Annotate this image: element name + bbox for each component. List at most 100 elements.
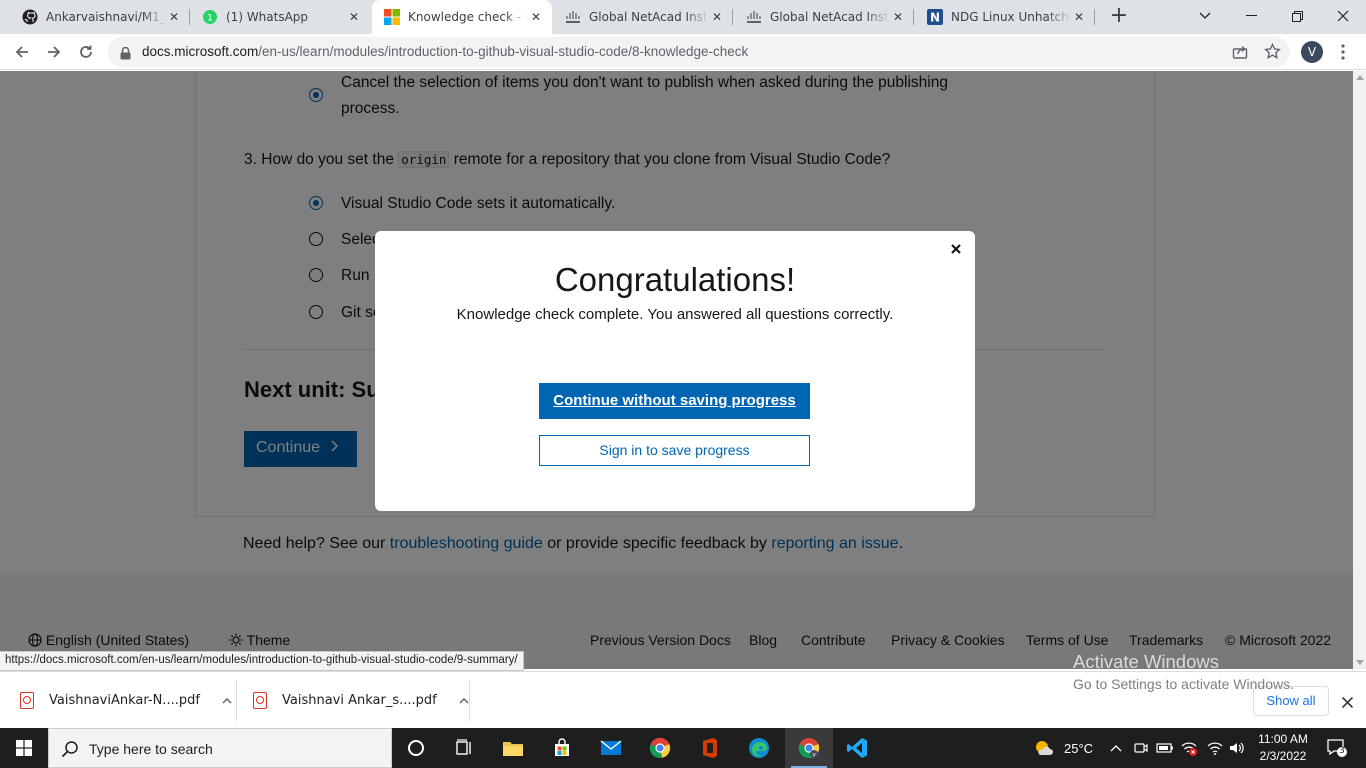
link-status-bubble: https://docs.microsoft.com/en-us/learn/m… xyxy=(0,651,524,671)
weather-temp: 25°C xyxy=(1064,740,1094,756)
mail-button[interactable] xyxy=(587,728,635,768)
chrome-icon xyxy=(649,737,671,759)
notification-count: 3 xyxy=(1339,746,1345,756)
close-icon[interactable]: ✕ xyxy=(1071,9,1087,25)
folder-icon xyxy=(503,742,523,756)
notification-center-button[interactable]: 3 xyxy=(1322,728,1352,768)
show-all-downloads-button[interactable]: Show all xyxy=(1253,686,1329,716)
pdf-file-icon xyxy=(253,692,267,709)
tab-knowledge-check[interactable]: Knowledge check - Le ✕ xyxy=(372,0,552,34)
back-button[interactable] xyxy=(8,38,36,66)
reload-icon xyxy=(80,45,92,58)
forward-button[interactable] xyxy=(40,38,68,66)
chrome-button[interactable] xyxy=(636,728,684,768)
tab-title: Knowledge check - Le xyxy=(408,10,528,24)
profile-avatar[interactable]: V xyxy=(1301,41,1323,63)
task-view-icon xyxy=(456,739,471,755)
weather-sun-cloud-icon xyxy=(1036,741,1053,755)
edge-icon xyxy=(749,738,769,758)
tab-netacad-2[interactable]: Global NetAcad Instar ✕ xyxy=(734,0,914,34)
clock[interactable]: 11:00 AM 2/3/2022 xyxy=(1252,731,1314,765)
chevron-up-icon xyxy=(459,697,469,704)
tab-whatsapp[interactable]: 1 (1) WhatsApp ✕ xyxy=(190,0,370,34)
scroll-up-arrow-icon[interactable] xyxy=(1356,75,1364,80)
close-icon[interactable]: ✕ xyxy=(709,9,725,25)
svg-text:1: 1 xyxy=(207,14,213,24)
file-explorer-button[interactable] xyxy=(489,728,537,768)
share-icon[interactable] xyxy=(1232,44,1248,64)
tab-github[interactable]: Ankarvaishnavi/M1_Pr ✕ xyxy=(10,0,190,34)
office-button[interactable] xyxy=(686,728,734,768)
close-icon[interactable] xyxy=(949,242,963,256)
svg-text:v: v xyxy=(812,752,816,759)
vscode-button[interactable] xyxy=(833,728,881,768)
task-view-button[interactable] xyxy=(440,728,488,768)
tab-title: Global NetAcad Instar xyxy=(770,10,890,24)
tab-title: Ankarvaishnavi/M1_Pr xyxy=(46,10,166,24)
download-item[interactable]: VaishnaviAnkar-N....pdf xyxy=(20,678,232,723)
download-shelf: VaishnaviAnkar-N....pdf Vaishnavi Ankar_… xyxy=(0,671,1366,728)
start-button[interactable] xyxy=(0,728,48,768)
github-icon xyxy=(22,9,38,25)
arrow-right-icon xyxy=(48,46,61,58)
tab-title: (1) WhatsApp xyxy=(226,10,309,24)
close-icon[interactable] xyxy=(1341,694,1354,709)
pdf-file-icon xyxy=(20,692,34,709)
browser-toolbar: docs.microsoft.com/en-us/learn/modules/i… xyxy=(0,34,1366,70)
page-scrollbar[interactable] xyxy=(1353,71,1366,669)
volume-icon[interactable] xyxy=(1229,728,1245,768)
restore-button[interactable] xyxy=(1274,0,1320,32)
windows-taskbar: Type here to search v 25°C 11:00 AM 2/3/… xyxy=(0,728,1366,768)
address-bar[interactable]: docs.microsoft.com/en-us/learn/modules/i… xyxy=(108,37,1290,67)
window-close-button[interactable] xyxy=(1320,0,1366,32)
edge-button[interactable] xyxy=(735,728,783,768)
tab-netacad-1[interactable]: Global NetAcad Instar ✕ xyxy=(553,0,733,34)
weather-widget[interactable]: 25°C xyxy=(1034,728,1093,768)
menu-dots-icon[interactable] xyxy=(1335,43,1351,61)
new-tab-button[interactable]: + xyxy=(1107,5,1131,29)
windows-logo-icon xyxy=(16,740,32,756)
url-text: docs.microsoft.com/en-us/learn/modules/i… xyxy=(142,44,748,59)
whatsapp-icon: 1 xyxy=(202,9,218,25)
scroll-down-arrow-icon[interactable] xyxy=(1356,660,1364,665)
close-icon[interactable]: ✕ xyxy=(166,9,182,25)
congratulations-dialog: Congratulations! Knowledge check complet… xyxy=(375,231,975,511)
ndg-icon: N xyxy=(927,9,943,25)
network-disconnected-icon[interactable] xyxy=(1180,728,1198,768)
taskbar-search[interactable]: Type here to search xyxy=(48,728,392,768)
close-icon[interactable]: ✕ xyxy=(346,9,362,25)
close-icon[interactable]: ✕ xyxy=(890,9,906,25)
microsoft-icon xyxy=(384,9,400,25)
download-item[interactable]: Vaishnavi Ankar_s....pdf xyxy=(253,678,469,723)
chrome-profile-button[interactable]: v xyxy=(785,728,833,768)
meet-now-icon[interactable] xyxy=(1134,728,1148,768)
microsoft-store-button[interactable] xyxy=(538,728,586,768)
cortana-icon xyxy=(408,740,424,756)
page-content: Cancel the selection of items you don't … xyxy=(0,71,1353,669)
minimize-button[interactable] xyxy=(1228,0,1274,32)
reload-button[interactable] xyxy=(72,38,100,66)
download-filename: VaishnaviAnkar-N....pdf xyxy=(49,693,200,708)
office-icon xyxy=(703,738,717,758)
wifi-icon[interactable] xyxy=(1207,728,1223,768)
search-placeholder: Type here to search xyxy=(89,741,213,757)
clock-time: 11:00 AM xyxy=(1258,732,1308,746)
cisco-icon xyxy=(565,9,581,25)
dialog-title: Congratulations! xyxy=(554,261,796,298)
store-icon xyxy=(555,738,569,756)
chevron-up-icon xyxy=(1110,745,1122,752)
sign-in-button[interactable]: Sign in to save progress xyxy=(539,435,810,466)
clock-date: 2/3/2022 xyxy=(1259,749,1307,763)
cortana-button[interactable] xyxy=(392,728,440,768)
tab-title: NDG Linux Unhatched xyxy=(951,10,1071,24)
lock-icon[interactable] xyxy=(120,45,131,64)
arrow-left-icon xyxy=(15,46,28,58)
show-hidden-icons[interactable] xyxy=(1110,728,1122,768)
tab-search-button[interactable] xyxy=(1182,0,1228,32)
chrome-icon: v xyxy=(798,738,820,759)
bookmark-star-icon[interactable] xyxy=(1264,42,1281,64)
close-icon[interactable]: ✕ xyxy=(528,9,544,25)
continue-without-saving-button[interactable]: Continue without saving progress xyxy=(539,383,810,419)
tab-ndg-linux[interactable]: N NDG Linux Unhatched ✕ xyxy=(915,0,1095,34)
battery-icon[interactable] xyxy=(1156,728,1174,768)
